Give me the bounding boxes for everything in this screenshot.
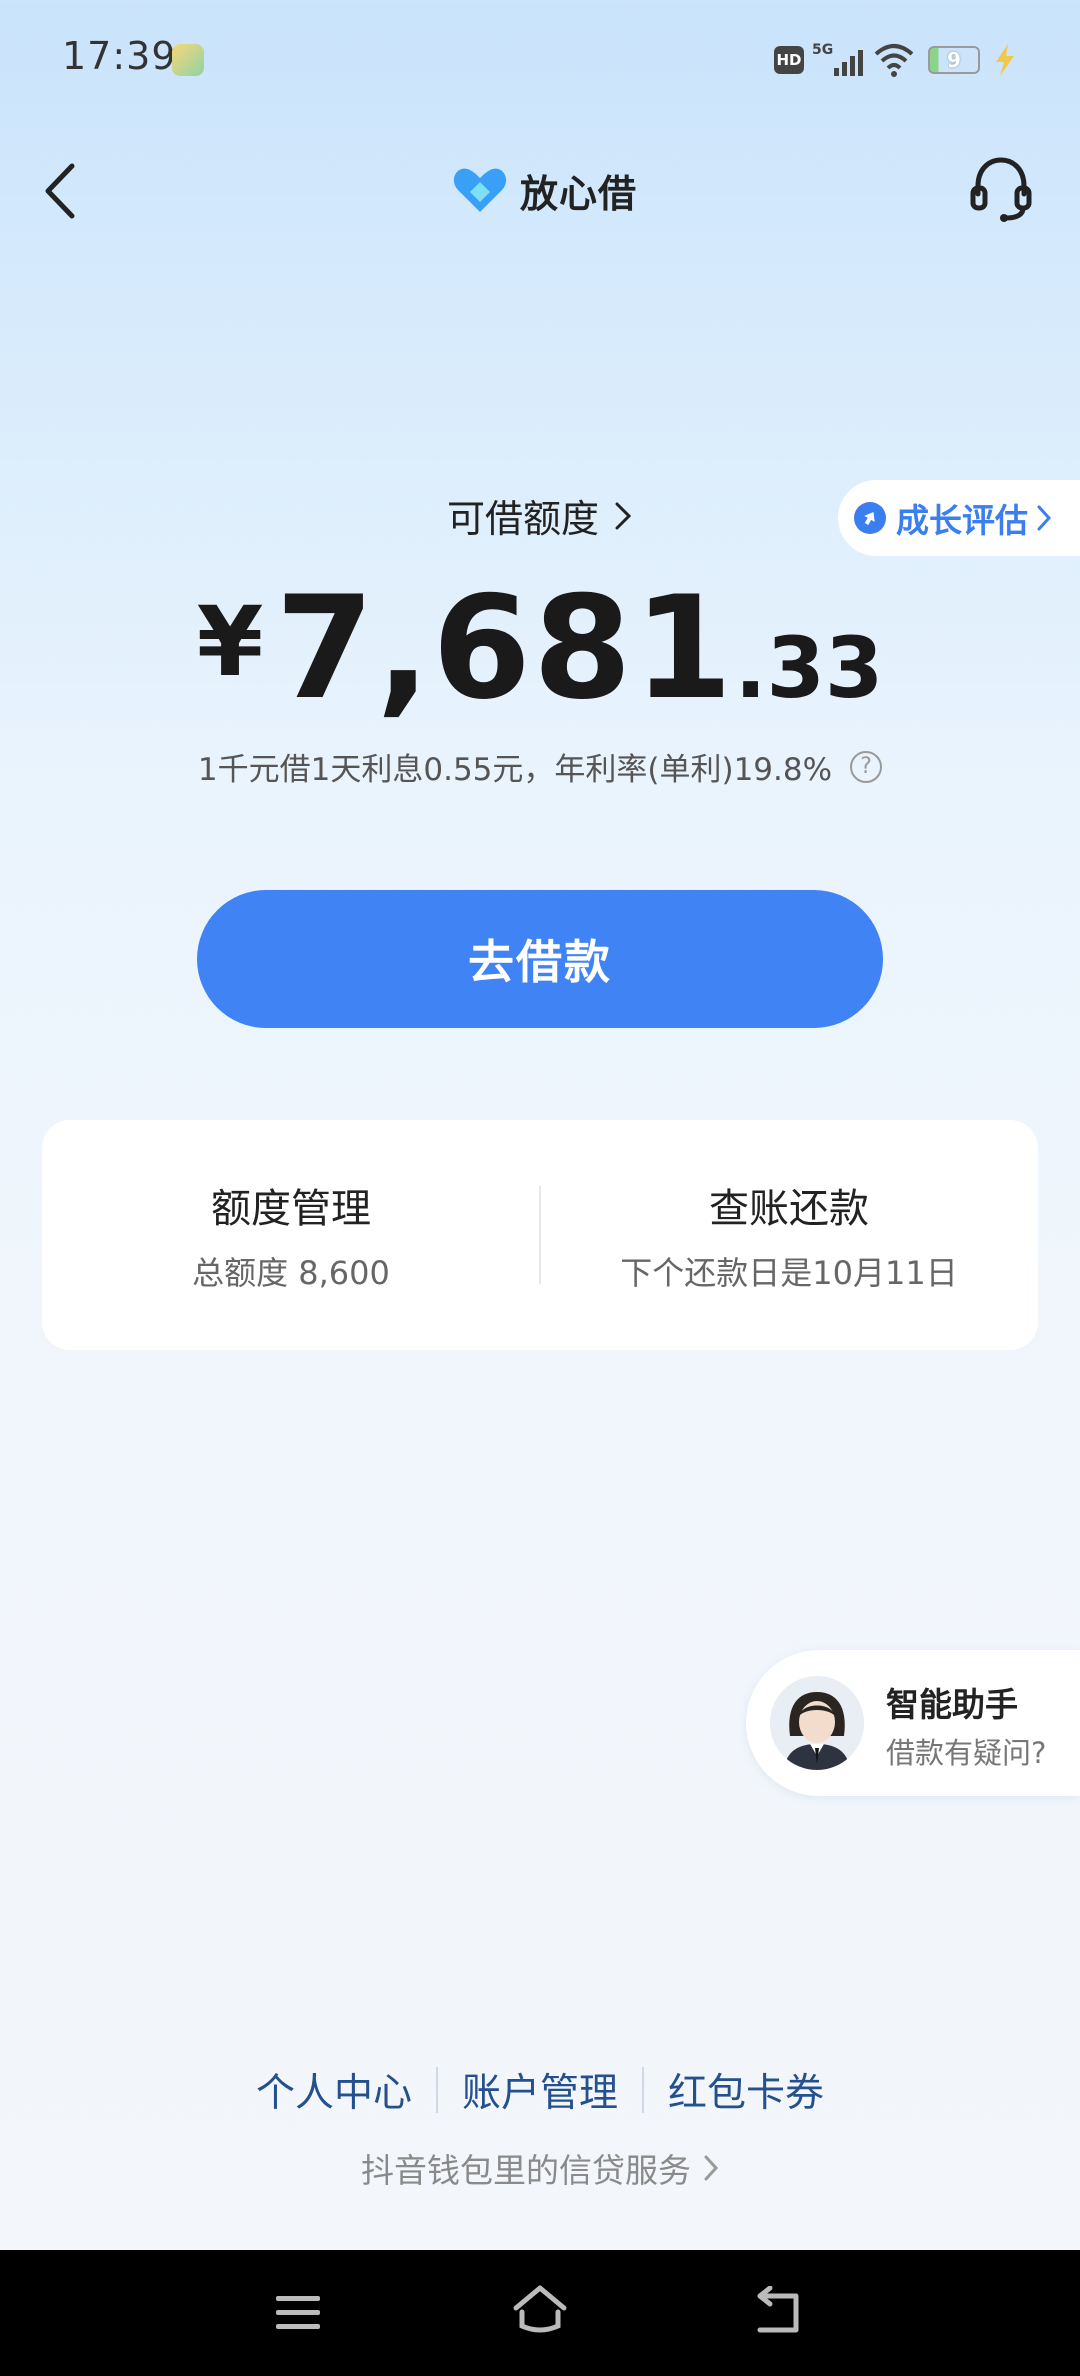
- home-icon[interactable]: [510, 2282, 570, 2338]
- limit-management-entry[interactable]: 额度管理 总额度 8,600: [42, 1120, 540, 1350]
- signal-5g-icon: 5G: [812, 42, 863, 76]
- link-separator: [435, 2067, 438, 2113]
- charging-bolt-icon: [996, 44, 1014, 76]
- bottom-links: 个人中心 账户管理 红包卡券: [0, 2062, 1080, 2118]
- amount-integer: 7,681: [275, 566, 735, 731]
- system-navigation-bar: [0, 2250, 1080, 2376]
- smart-assistant-button[interactable]: 智能助手 借款有疑问?: [746, 1650, 1080, 1796]
- borrow-button[interactable]: 去借款: [197, 890, 883, 1028]
- app-logo: 放心借: [452, 162, 637, 218]
- app-title: 放心借: [520, 171, 638, 216]
- chevron-right-icon: [1037, 505, 1052, 531]
- assistant-avatar: [770, 1676, 864, 1770]
- app-notification-icon: [172, 44, 204, 76]
- amount-decimal: .33: [734, 619, 884, 717]
- limit-management-title: 额度管理: [211, 1186, 371, 1232]
- chevron-right-icon: [704, 2155, 719, 2181]
- coupons-link[interactable]: 红包卡券: [668, 2062, 824, 2118]
- assistant-title: 智能助手: [886, 1685, 1018, 1724]
- currency-symbol: ¥: [196, 586, 264, 698]
- battery-level: 9: [947, 48, 961, 72]
- menu-icon[interactable]: [272, 2290, 324, 2336]
- total-limit-text: 总额度 8,600: [192, 1254, 390, 1292]
- heart-logo-icon: [453, 168, 507, 212]
- network-label: 5G: [812, 42, 833, 58]
- bill-repayment-title: 查账还款: [709, 1186, 869, 1232]
- personal-center-link[interactable]: 个人中心: [256, 2062, 412, 2118]
- wifi-icon: [874, 44, 914, 77]
- interest-rate-text: 1千元借1天利息0.55元，年利率(单利)19.8%: [197, 752, 833, 788]
- hd-icon: HD: [774, 46, 804, 74]
- growth-assessment-button[interactable]: 成长评估: [838, 480, 1080, 556]
- bill-repayment-entry[interactable]: 查账还款 下个还款日是10月11日: [540, 1120, 1038, 1350]
- headset-icon[interactable]: [968, 154, 1034, 224]
- interest-rate-info: 1千元借1天利息0.55元，年利率(单利)19.8% ?: [0, 744, 1080, 789]
- next-repayment-date-text: 下个还款日是10月11日: [620, 1254, 958, 1292]
- account-summary-card: 额度管理 总额度 8,600 查账还款 下个还款日是10月11日: [42, 1120, 1038, 1350]
- chevron-right-icon: [615, 502, 632, 529]
- available-amount: ¥ 7,681 .33: [0, 566, 1080, 731]
- wallet-credit-service-text: 抖音钱包里的信贷服务: [361, 2151, 691, 2190]
- account-management-link[interactable]: 账户管理: [462, 2062, 618, 2118]
- help-icon[interactable]: ?: [850, 750, 883, 783]
- link-separator: [642, 2067, 644, 2113]
- back-arrow-icon[interactable]: [40, 160, 82, 222]
- back-icon[interactable]: [752, 2286, 808, 2336]
- wallet-credit-service-link[interactable]: 抖音钱包里的信贷服务: [0, 2144, 1080, 2192]
- battery-icon: 9: [928, 46, 980, 74]
- status-bar: 17:39 HD 5G 9: [0, 0, 1080, 120]
- assistant-subtitle: 借款有疑问?: [886, 1736, 1047, 1770]
- available-limit-label: 可借额度: [446, 497, 599, 541]
- growth-arrow-icon: [854, 502, 886, 534]
- growth-assessment-label: 成长评估: [896, 501, 1028, 540]
- status-time: 17:39: [62, 34, 177, 78]
